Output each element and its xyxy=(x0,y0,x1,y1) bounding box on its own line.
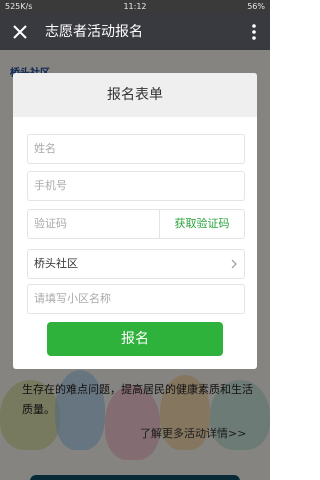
name-field[interactable]: 姓名 xyxy=(27,134,245,164)
chevron-right-icon xyxy=(231,259,237,269)
estate-name-field[interactable]: 请填写小区名称 xyxy=(27,284,245,314)
more-menu-icon[interactable] xyxy=(248,22,260,42)
title-bar: 志愿者活动报名 xyxy=(0,14,270,50)
status-bar: 525K/s 11:12 56% xyxy=(0,0,270,14)
verification-code-placeholder: 验证码 xyxy=(34,217,67,230)
submit-button[interactable]: 报名 xyxy=(47,322,223,356)
verification-code-field[interactable]: 验证码 获取验证码 xyxy=(27,209,245,239)
modal-title: 报名表单 xyxy=(13,73,257,117)
battery-level: 56% xyxy=(247,2,265,11)
close-icon[interactable] xyxy=(10,22,30,42)
page-title: 志愿者活动报名 xyxy=(45,24,143,40)
community-value: 桥头社区 xyxy=(34,257,78,270)
status-time: 11:12 xyxy=(123,2,147,11)
signup-modal: 报名表单 姓名 手机号 验证码 获取验证码 桥头社区 请填写小区名称 报名 xyxy=(13,73,257,369)
get-code-button[interactable]: 获取验证码 xyxy=(159,210,244,238)
phone-field[interactable]: 手机号 xyxy=(27,171,245,201)
community-select[interactable]: 桥头社区 xyxy=(27,249,245,279)
